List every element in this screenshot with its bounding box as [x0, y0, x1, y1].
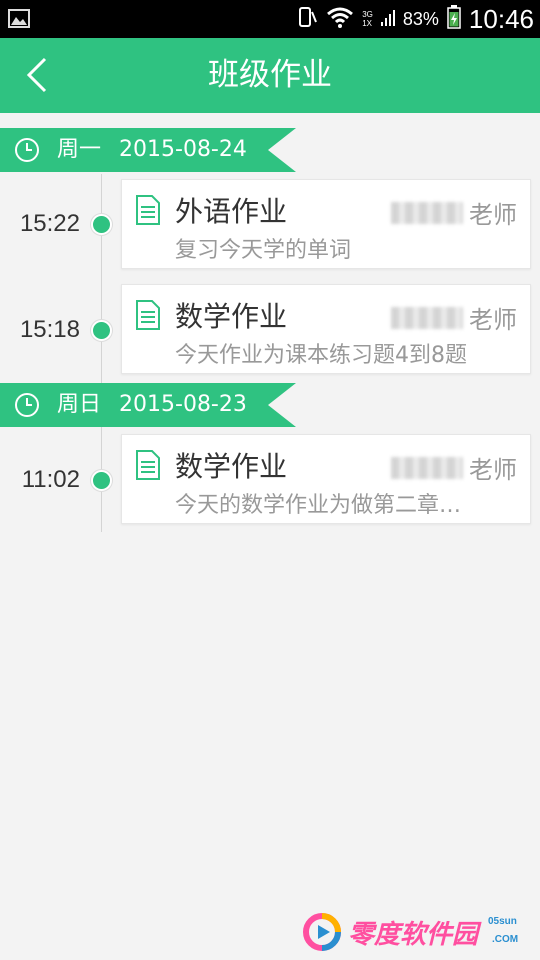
date-value: 2015-08-23 [119, 392, 247, 417]
weekday-label: 周日 [57, 392, 102, 417]
watermark-domain: .COM [492, 934, 519, 945]
teacher-suffix: 老师 [469, 306, 517, 334]
date-header: 周一 2015-08-24 [0, 128, 296, 172]
watermark-site: 05sun [488, 916, 517, 927]
date-label: 周日 2015-08-23 [57, 383, 247, 427]
blurred-teacher-name [391, 306, 463, 329]
battery-charging-icon [447, 5, 461, 33]
teacher-name: 老师 [391, 195, 517, 230]
document-icon [136, 195, 160, 225]
blurred-teacher-name [391, 201, 463, 224]
homework-description: 今天作业为课本练习题4到8题 [175, 343, 467, 368]
page-title: 班级作业 [208, 57, 332, 93]
blurred-teacher-name [391, 456, 463, 479]
homework-title: 外语作业 [175, 195, 288, 228]
homework-title: 数学作业 [175, 450, 288, 483]
homework-description: 复习今天学的单词 [175, 238, 352, 263]
teacher-suffix: 老师 [469, 456, 517, 484]
timeline-dot [91, 320, 112, 341]
network-3g-label: 3G [362, 10, 373, 19]
date-label: 周一 2015-08-24 [57, 128, 247, 172]
battery-percent: 83% [402, 8, 439, 29]
clock-icon [15, 138, 39, 162]
homework-card[interactable]: 数学作业 老师 今天的数学作业为做第二章… [121, 434, 531, 524]
homework-card[interactable]: 数学作业 老师 今天作业为课本练习题4到8题 [121, 284, 531, 374]
gallery-notification-icon [8, 9, 30, 28]
clock-icon [15, 393, 39, 417]
signal-icon [380, 6, 395, 32]
timeline-dot [91, 214, 112, 235]
teacher-name: 老师 [391, 300, 517, 335]
status-indicators: 3G 1X 83% 10:46 [298, 0, 534, 38]
app-bar: 班级作业 [0, 38, 540, 113]
network-1x-label: 1X [362, 19, 373, 28]
date-value: 2015-08-24 [119, 137, 247, 162]
network-type: 3G 1X [362, 10, 373, 28]
document-icon [136, 300, 160, 330]
homework-description: 今天的数学作业为做第二章… [175, 493, 462, 518]
time-label: 15:22 [19, 210, 80, 237]
weekday-label: 周一 [57, 137, 102, 162]
status-bar: 3G 1X 83% 10:46 [0, 0, 540, 38]
homework-card[interactable]: 外语作业 老师 复习今天学的单词 [121, 179, 531, 269]
vibrate-icon [298, 6, 318, 32]
homework-title: 数学作业 [175, 300, 288, 333]
wifi-icon [326, 6, 354, 32]
teacher-suffix: 老师 [469, 201, 517, 229]
watermark-logo-icon [303, 913, 341, 951]
watermark-brand: 零度软件园 [348, 920, 479, 950]
teacher-name: 老师 [391, 450, 517, 485]
time-label: 15:18 [19, 316, 80, 343]
watermark: 零度软件园 05sun .COM [302, 910, 534, 956]
date-header: 周日 2015-08-23 [0, 383, 296, 427]
status-time: 10:46 [468, 3, 534, 34]
timeline-dot [91, 470, 112, 491]
document-icon [136, 450, 160, 480]
time-label: 11:02 [21, 466, 80, 493]
